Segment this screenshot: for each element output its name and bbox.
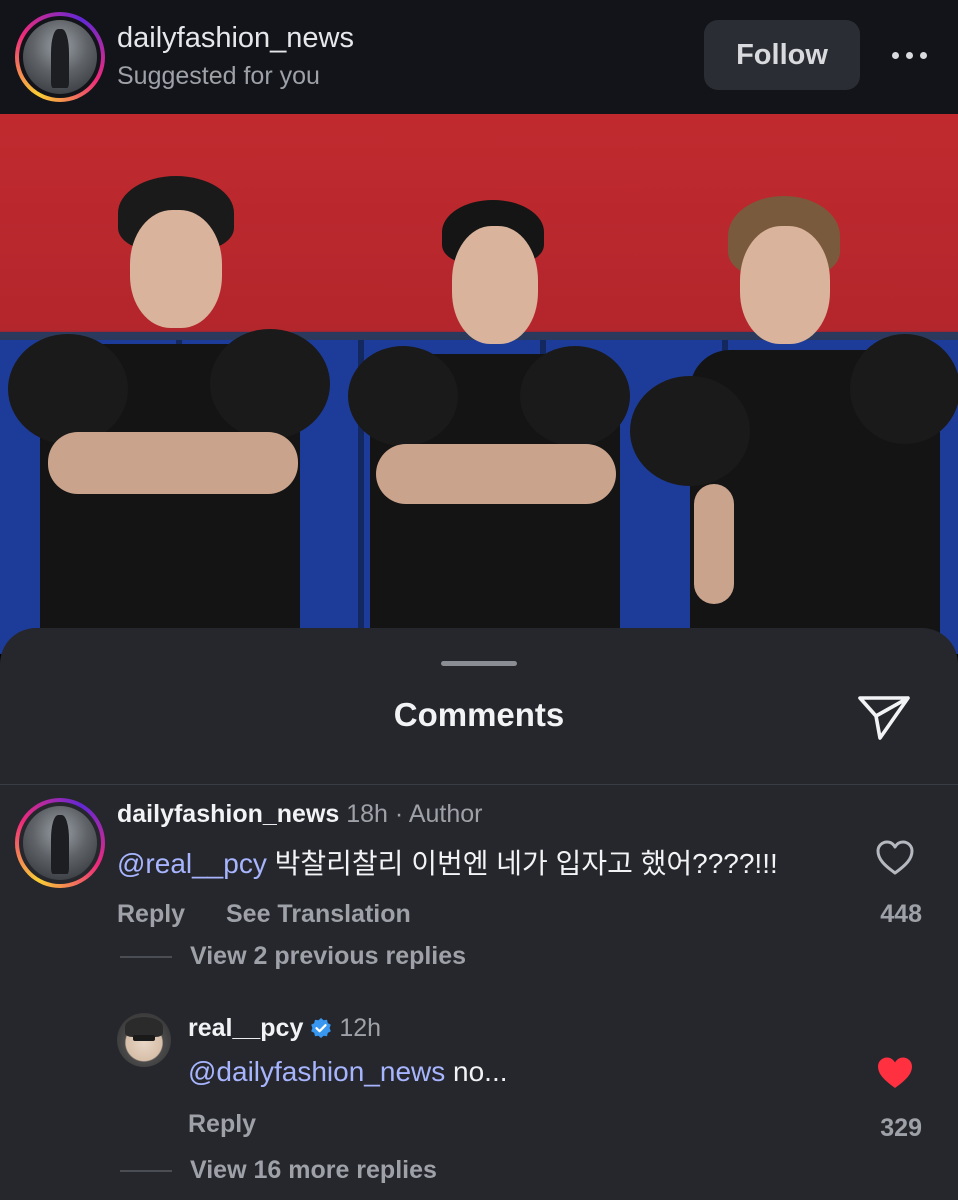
comment-mention[interactable]: @real__pcy <box>117 848 267 879</box>
person-center <box>330 114 640 654</box>
comment-text: 박찰리찰리 이번엔 네가 입자고 했어????!!! <box>266 848 778 879</box>
view-more-replies[interactable]: View 16 more replies <box>190 1156 437 1185</box>
follow-button[interactable]: Follow <box>704 20 860 90</box>
reply-avatar[interactable] <box>117 1013 171 1067</box>
comments-sheet: Comments dailyfashion_news 18h · Author … <box>0 628 958 1200</box>
person-left <box>0 114 330 654</box>
replies-line <box>120 956 172 958</box>
comment-body: @real__pcy 박찰리찰리 이번엔 네가 입자고 했어????!!! <box>117 842 778 882</box>
comments-title: Comments <box>393 696 565 733</box>
more-options-icon[interactable] <box>884 38 934 72</box>
sheet-divider <box>0 784 958 785</box>
reply-mention[interactable]: @dailyfashion_news <box>188 1056 445 1087</box>
commenter-avatar[interactable] <box>15 798 105 888</box>
verified-badge-icon <box>311 1017 332 1038</box>
more-replies-line <box>120 1170 172 1172</box>
reply-time: 12h <box>339 1014 382 1042</box>
reply-text: no... <box>445 1056 508 1087</box>
post-header: dailyfashion_news Suggested for you Foll… <box>0 0 958 114</box>
reply-header: real__pcy 12h <box>188 1014 381 1043</box>
author-avatar[interactable] <box>15 12 105 102</box>
reply-body: @dailyfashion_news no... <box>188 1056 508 1088</box>
comment-time: 18h <box>346 800 388 828</box>
send-icon[interactable] <box>856 692 912 742</box>
reply-username[interactable]: real__pcy <box>188 1014 303 1043</box>
reply-reply-button[interactable]: Reply <box>188 1110 256 1139</box>
author-username[interactable]: dailyfashion_news <box>117 22 354 55</box>
comment-username[interactable]: dailyfashion_news <box>117 800 339 828</box>
see-translation-button[interactable]: See Translation <box>226 900 411 929</box>
sheet-grabber[interactable] <box>441 661 517 666</box>
comment-header: dailyfashion_news 18h · Author <box>117 800 483 829</box>
person-right <box>630 114 958 654</box>
suggested-label: Suggested for you <box>117 62 320 90</box>
reply-like-count: 329 <box>880 1114 922 1142</box>
comment-like-count: 448 <box>880 900 922 928</box>
post-image <box>0 114 958 654</box>
reply-button[interactable]: Reply <box>117 900 185 929</box>
meta-separator: · <box>394 800 404 828</box>
heart-filled-icon[interactable] <box>876 1056 914 1090</box>
author-badge: Author <box>408 800 483 828</box>
heart-outline-icon[interactable] <box>876 840 914 876</box>
view-previous-replies[interactable]: View 2 previous replies <box>190 942 466 971</box>
